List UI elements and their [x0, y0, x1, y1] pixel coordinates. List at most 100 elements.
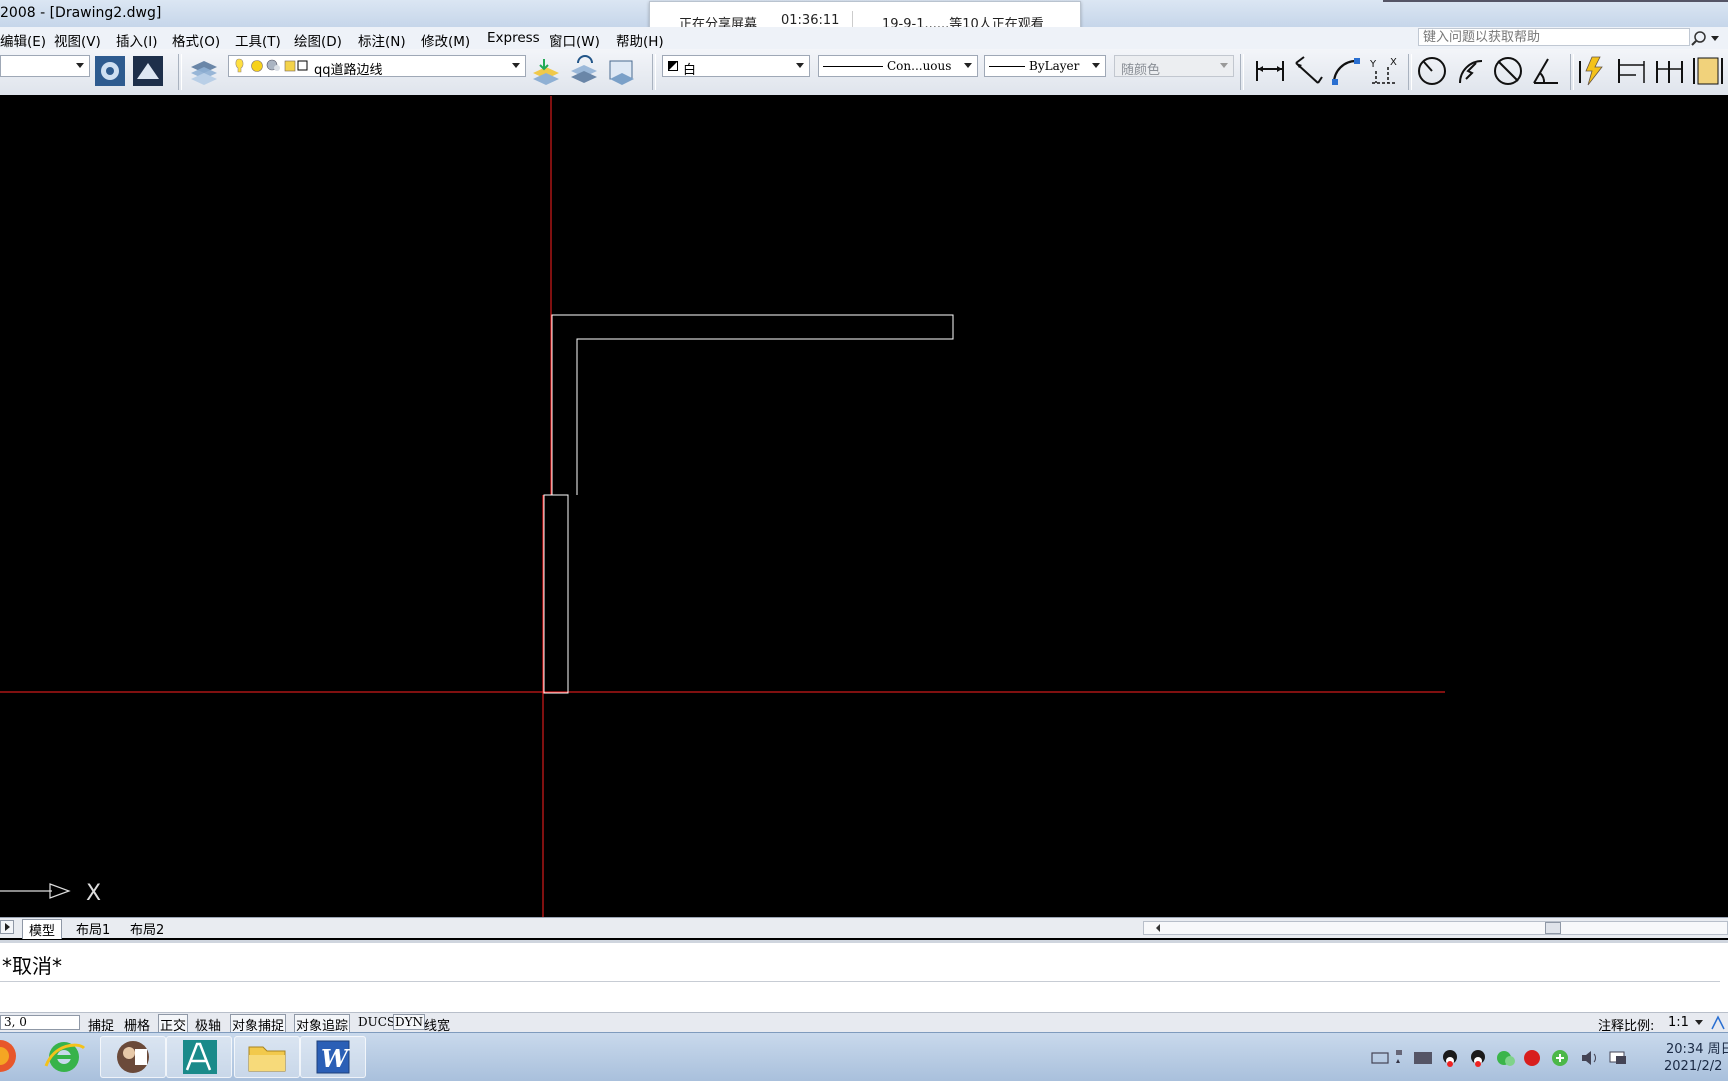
command-history-line: *取消* [2, 954, 62, 978]
tab-layout2[interactable]: 布局2 [130, 919, 164, 938]
make-object-layer-current-icon[interactable] [530, 55, 562, 87]
autocad-icon [183, 1040, 217, 1074]
menu-express[interactable]: Express [487, 30, 540, 46]
workspace-settings-icon[interactable] [132, 55, 164, 87]
chevron-down-icon [964, 63, 972, 68]
tab-layout1[interactable]: 布局1 [76, 919, 110, 938]
chevron-down-icon [1220, 63, 1228, 68]
chevron-down-icon [796, 63, 804, 68]
title-bar-accent [1383, 0, 1728, 2]
scroll-left-icon[interactable] [1153, 922, 1163, 934]
linear-dimension-icon[interactable] [1254, 55, 1286, 87]
status-bar: 3, 0 捕捉 栅格 正交 极轴 对象捕捉 对象追踪 DUCS DYN 线宽 注… [0, 1012, 1728, 1035]
share-elapsed-time: 01:36:11 [781, 13, 840, 28]
taskbar-app-photo[interactable] [100, 1036, 166, 1078]
toolbar-separator [1408, 54, 1412, 90]
help-search-input[interactable]: 键入问题以获取帮助 [1418, 28, 1690, 46]
toolbar-separator [1570, 54, 1574, 90]
app-avatar-icon [117, 1041, 149, 1073]
menu-modify[interactable]: 修改(M) [421, 30, 470, 50]
ucs-x-label: X [86, 881, 101, 906]
toggle-ducs[interactable]: DUCS [358, 1015, 395, 1029]
ordinate-dimension-icon[interactable]: YX [1368, 55, 1400, 87]
drawing-canvas-svg[interactable]: X [0, 95, 1728, 917]
layer-state-icons [235, 58, 308, 73]
jogged-dimension-icon[interactable] [1454, 55, 1486, 87]
toolbar-separator [178, 54, 182, 90]
menu-dimension[interactable]: 标注(N) [358, 30, 406, 50]
svg-text:Y: Y [1369, 59, 1377, 70]
color-combo[interactable]: 白 [662, 55, 810, 78]
lineweight-value: ByLayer [1029, 59, 1080, 73]
taskbar-date[interactable]: 2021/2/2 [1664, 1059, 1722, 1074]
workspace-combo[interactable] [0, 55, 90, 77]
menu-help[interactable]: 帮助(H) [616, 30, 664, 50]
drawing-area[interactable]: X [0, 95, 1728, 917]
toolbar-separator [1240, 54, 1244, 90]
annotation-visibility-icon[interactable] [1710, 1015, 1726, 1031]
menu-format[interactable]: 格式(O) [172, 30, 220, 50]
toolbar-separator [652, 54, 656, 90]
chevron-down-icon[interactable] [1694, 1019, 1704, 1027]
color-value: 白 [683, 63, 697, 78]
help-dropdown-icon[interactable] [1708, 29, 1722, 47]
scrollbar-thumb[interactable] [1545, 922, 1561, 934]
lineweight-preview [989, 66, 1025, 67]
linetype-combo[interactable]: Con...uous [818, 55, 978, 77]
menu-window[interactable]: 窗口(W) [549, 30, 600, 50]
search-icon[interactable] [1690, 29, 1710, 47]
color-swatch-icon [668, 61, 678, 71]
ie-browser-icon[interactable] [34, 1036, 100, 1078]
svg-text:W: W [321, 1044, 350, 1073]
layer-states-icon[interactable] [606, 55, 638, 87]
horizontal-scrollbar[interactable] [1143, 921, 1728, 935]
chevron-down-icon [76, 63, 84, 68]
layer-name: qq道路边线 [314, 63, 383, 78]
menu-edit[interactable]: 编辑(E) [0, 30, 46, 50]
start-orb-icon[interactable] [0, 1038, 18, 1074]
linetype-value: Con...uous [887, 59, 952, 73]
layer-combo[interactable]: qq道路边线 [228, 55, 526, 78]
plotstyle-combo: 随颜色 [1114, 55, 1234, 78]
taskbar-time[interactable]: 20:34 周日 [1666, 1038, 1728, 1057]
baseline-dimension-icon[interactable] [1616, 55, 1648, 87]
command-input[interactable] [0, 981, 1720, 1008]
menu-view[interactable]: 视图(V) [54, 30, 101, 50]
menu-tools[interactable]: 工具(T) [235, 30, 281, 50]
menu-draw[interactable]: 绘图(D) [294, 30, 342, 50]
toggle-dyn[interactable]: DYN [393, 1014, 426, 1030]
word-icon: W [316, 1040, 350, 1074]
taskbar-app-autocad[interactable] [166, 1036, 232, 1078]
dimension-space-icon[interactable] [1692, 55, 1724, 87]
road-edge-polyline-lower[interactable] [543, 494, 569, 694]
tab-model[interactable]: 模型 [22, 919, 63, 939]
tab-scroll-icon[interactable] [0, 920, 16, 934]
window-title: 2008 - [Drawing2.dwg] [0, 5, 162, 21]
diameter-dimension-icon[interactable] [1492, 55, 1524, 87]
aligned-dimension-icon[interactable] [1292, 55, 1324, 87]
layer-manager-icon[interactable] [188, 55, 220, 87]
gear-icon[interactable] [94, 55, 126, 87]
system-tray-icons[interactable] [1370, 1046, 1660, 1070]
plotstyle-value: 随颜色 [1121, 63, 1161, 78]
svg-text:X: X [1390, 57, 1397, 68]
radius-dimension-icon[interactable] [1416, 55, 1448, 87]
road-edge-polyline-upper[interactable] [551, 314, 954, 495]
annotation-scale-value[interactable]: 1:1 [1668, 1015, 1689, 1030]
angular-dimension-icon[interactable] [1530, 55, 1562, 87]
folder-icon [248, 1046, 286, 1072]
arc-length-icon[interactable] [1330, 55, 1362, 87]
lineweight-combo[interactable]: ByLayer [984, 55, 1106, 77]
chevron-down-icon [512, 63, 520, 68]
menu-insert[interactable]: 插入(I) [116, 30, 158, 50]
taskbar-app-explorer[interactable] [234, 1036, 300, 1078]
linetype-preview [823, 66, 883, 67]
continue-dimension-icon[interactable] [1654, 55, 1686, 87]
layout-tabs-bar: 模型 布局1 布局2 [0, 917, 1728, 939]
quick-dimension-icon[interactable] [1578, 55, 1610, 87]
ucs-arrow-icon [49, 883, 71, 899]
chevron-down-icon [1092, 63, 1100, 68]
coordinates-readout: 3, 0 [4, 1015, 27, 1029]
layer-previous-icon[interactable] [568, 55, 600, 87]
taskbar-app-word[interactable]: W [300, 1036, 366, 1078]
